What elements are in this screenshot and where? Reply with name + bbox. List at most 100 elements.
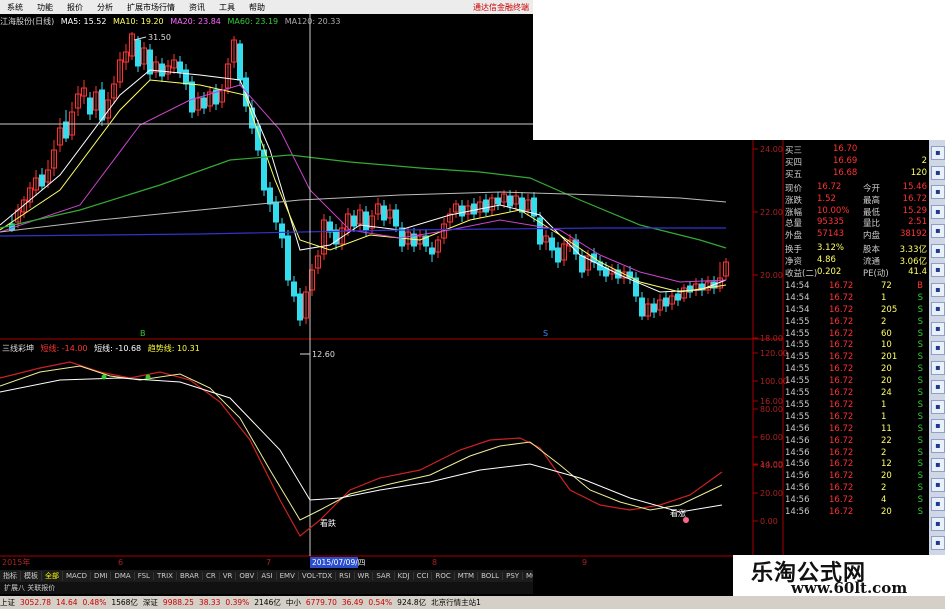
tick-time: 14:56: [785, 507, 810, 517]
ma-label: MA20: 23.84: [170, 17, 221, 26]
tick-volume: 1: [881, 411, 887, 422]
tick-volume: 201: [881, 352, 898, 363]
grid-icon[interactable]: ▪: [931, 165, 945, 180]
tab-指标[interactable]: 指标: [0, 571, 21, 581]
menu-analysis[interactable]: 分析: [90, 2, 120, 13]
status-item: 3052.78: [20, 598, 52, 607]
status-item: 1568亿: [111, 598, 138, 607]
zoom-icon[interactable]: ▪: [931, 146, 945, 160]
tab-kdj[interactable]: KDJ: [395, 572, 414, 580]
tick-volume: 22: [881, 435, 892, 446]
tick-volume: 10: [881, 340, 892, 351]
tab-mcst[interactable]: MCST: [523, 572, 533, 580]
settings-icon[interactable]: ▪: [931, 536, 945, 550]
status-item: 0.54%: [368, 598, 393, 607]
stat-value: 38192: [899, 229, 927, 240]
menu-help[interactable]: 帮助: [242, 2, 272, 13]
quote-stat-row: 净资 4.86 流通 3.06亿: [783, 255, 929, 267]
tab-sar[interactable]: SAR: [373, 572, 395, 580]
tab-emv[interactable]: EMV: [277, 572, 299, 580]
tab-dmi[interactable]: DMI: [91, 572, 112, 580]
tab-boll[interactable]: BOLL: [478, 572, 504, 580]
menu-tools[interactable]: 工具: [212, 2, 242, 13]
tick-row: 14:55 16.72 60 S: [783, 329, 929, 340]
tick-time: 14:54: [785, 280, 810, 291]
tab-cr[interactable]: CR: [203, 572, 220, 580]
tab-brar[interactable]: BRAR: [177, 572, 203, 580]
indicator-label: 看涨: [670, 508, 686, 518]
home-icon[interactable]: ▪: [931, 477, 945, 492]
tab-wr[interactable]: WR: [355, 572, 374, 580]
plus-icon[interactable]: ▪: [931, 360, 945, 375]
candle-body: [261, 149, 267, 191]
minus-icon[interactable]: ▪: [931, 380, 945, 394]
tick-row: 14:56 16.72 20 S: [783, 471, 929, 482]
stat-label: 外盘: [785, 231, 803, 242]
tick-time: 14:56: [785, 471, 810, 482]
status-item: 上证: [0, 598, 15, 607]
blank-area: [533, 0, 945, 140]
book-volume: 120: [910, 167, 927, 178]
tab-roc[interactable]: ROC: [432, 572, 455, 580]
alarm-icon[interactable]: ▪: [931, 321, 945, 336]
link-icon[interactable]: ▪: [931, 282, 945, 297]
status-item: 0.39%: [225, 598, 250, 607]
stat-label: 量比: [863, 219, 881, 230]
tab-全部[interactable]: 全部: [42, 571, 63, 581]
tick-price: 16.72: [829, 316, 854, 327]
tab-vr[interactable]: VR: [220, 572, 237, 580]
stat-label: 最高: [863, 195, 881, 206]
chart-icon[interactable]: ▪: [931, 204, 945, 219]
tab-macd[interactable]: MACD: [63, 572, 91, 580]
menu-system[interactable]: 系统: [0, 2, 30, 13]
quote-panel: 买三 16.70 买四 16.69 2 买五 16.68 120 现价 16.72 今开 15.46 涨…: [783, 140, 929, 580]
indicator-buy-dot: [145, 374, 151, 380]
list-icon[interactable]: ▪: [931, 185, 945, 199]
low-price-label: 12.60: [312, 350, 335, 359]
calc-icon[interactable]: ▪: [931, 341, 945, 355]
right-icon[interactable]: ▪: [931, 458, 945, 472]
tick-time: 14:56: [785, 435, 810, 446]
menu-news[interactable]: 资讯: [182, 2, 212, 13]
info-icon[interactable]: ▪: [931, 224, 945, 238]
menu-quote[interactable]: 报价: [60, 2, 90, 13]
tab-obv[interactable]: OBV: [236, 572, 259, 580]
tick-volume: 20: [881, 507, 892, 517]
note-icon[interactable]: ▪: [931, 243, 945, 258]
tick-side: S: [917, 459, 923, 470]
star-icon[interactable]: ▪: [931, 302, 945, 316]
tab-mtm[interactable]: MTM: [455, 572, 479, 580]
tick-time: 14:55: [785, 388, 810, 398]
stat-value: 95335: [817, 217, 845, 228]
left-icon[interactable]: ▪: [931, 438, 945, 453]
tab-dma[interactable]: DMA: [111, 572, 135, 580]
menu-extended-market[interactable]: 扩展市场行情: [120, 2, 182, 13]
tab-模板[interactable]: 模板: [21, 571, 42, 581]
tick-volume: 20: [881, 376, 892, 387]
tick-time: 14:55: [785, 364, 810, 375]
help-icon[interactable]: ▪: [931, 516, 945, 531]
tick-price: 16.72: [829, 328, 854, 339]
tick-row: 14:55 16.72 24 S: [783, 388, 929, 399]
tick-row: 14:56 16.72 2 S: [783, 448, 929, 459]
book-price: 16.68: [833, 167, 858, 178]
print-icon[interactable]: ▪: [931, 497, 945, 511]
tab-vol-tdx[interactable]: VOL-TDX: [299, 572, 337, 580]
stat-label: PE(动): [863, 269, 889, 279]
menu-function[interactable]: 功能: [30, 2, 60, 13]
tool-icon[interactable]: ▪: [931, 263, 945, 277]
tab-psy[interactable]: PSY: [503, 572, 524, 580]
tick-row: 14:56 16.72 11 S: [783, 424, 929, 435]
quote-stat-row: 涨跌 1.52 最高 16.72: [783, 194, 929, 206]
tab-asi[interactable]: ASI: [258, 572, 277, 580]
down-icon[interactable]: ▪: [931, 419, 945, 433]
tab-fsl[interactable]: FSL: [135, 572, 154, 580]
tab-rsi[interactable]: RSI: [336, 572, 355, 580]
tab-cci[interactable]: CCI: [414, 572, 433, 580]
stat-value: 2.51: [908, 217, 927, 228]
tab-trix[interactable]: TRIX: [154, 572, 177, 580]
up-icon[interactable]: ▪: [931, 399, 945, 414]
stat-label: 今开: [863, 183, 881, 194]
tick-time: 14:55: [785, 399, 810, 410]
quote-stat-row: 涨幅 10.00% 最低 15.29: [783, 206, 929, 218]
